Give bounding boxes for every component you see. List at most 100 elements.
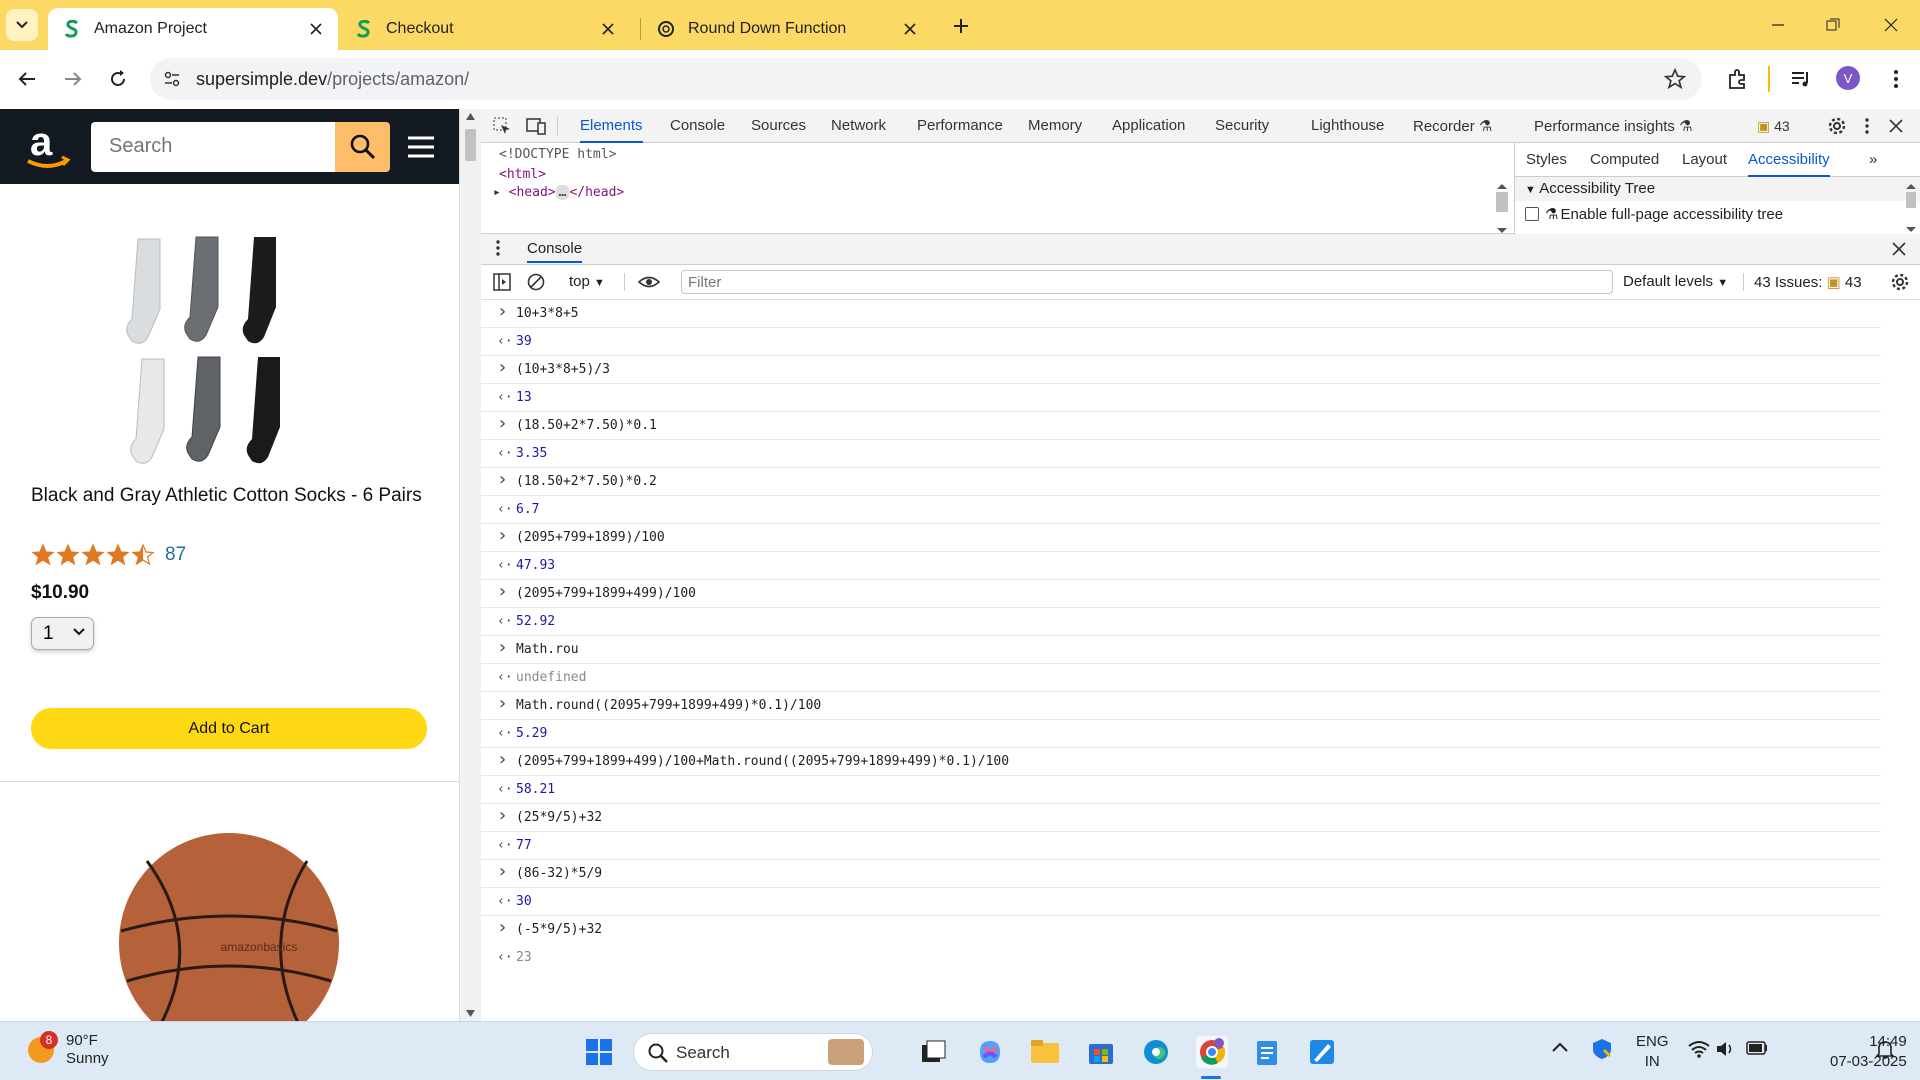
scroll-down-arrow-icon[interactable] [466,1010,475,1017]
console-input-line[interactable]: › Math.round((2095+799+1899+499)*0.1)/100 [481,692,1881,720]
devtools-tab-memory[interactable]: Memory [1028,109,1082,143]
forward-button[interactable] [58,64,88,94]
issues-badge[interactable]: ▣ 43 [1757,118,1790,135]
devtools-tab-recorder[interactable]: Recorder ⚗ [1413,109,1492,143]
show-hidden-icons-chevron-icon[interactable] [1552,1040,1568,1057]
file-explorer-icon[interactable] [1029,1036,1061,1068]
sidebar-tab-layout[interactable]: Layout [1682,143,1727,177]
console-result-line[interactable]: ‹· 30 [481,888,1881,916]
console-result-line[interactable]: ‹· 39 [481,328,1881,356]
devtools-tab-security[interactable]: Security [1215,109,1269,143]
tab-search-button[interactable] [6,9,38,41]
head-node[interactable]: ▸ <head>… </head> [493,185,624,205]
html-node[interactable]: <html> [499,167,546,187]
close-tab-icon[interactable] [900,19,920,39]
battery-icon[interactable] [1746,1041,1768,1059]
minimize-button[interactable] [1763,10,1793,40]
console-input-line[interactable]: › (10+3*8+5)/3 [481,356,1881,384]
console-result-line[interactable]: ‹· 6.7 [481,496,1881,524]
quantity-select[interactable]: 1 [31,617,94,650]
microsoft-store-icon[interactable] [1085,1036,1117,1068]
expand-triangle-icon[interactable]: ▸ [493,185,501,200]
taskbar-clock[interactable]: 14:49 07-03-2025 [1830,1032,1907,1072]
devtools-tab-network[interactable]: Network [831,109,886,143]
hamburger-menu-icon[interactable] [406,135,436,159]
close-devtools-icon[interactable] [1886,116,1906,136]
clear-console-icon[interactable] [527,273,545,295]
tab-checkout[interactable]: Checkout [340,8,630,50]
extensions-icon[interactable] [1722,64,1752,94]
amazon-search-input[interactable]: Search [91,122,335,172]
close-window-button[interactable] [1876,10,1906,40]
devtools-tab-elements[interactable]: Elements [580,109,643,143]
console-result-line[interactable]: ‹· 52.92 [481,608,1881,636]
elements-scrollbar[interactable] [1494,183,1510,235]
close-tab-icon[interactable] [306,19,326,39]
sidebar-tab-computed[interactable]: Computed [1590,143,1659,177]
console-filter-input[interactable]: Filter [681,270,1613,294]
console-input-line[interactable]: › (18.50+2*7.50)*0.1 [481,412,1881,440]
back-button[interactable] [12,64,42,94]
wifi-icon[interactable] [1688,1040,1710,1062]
notification-bell-icon[interactable] [1875,1039,1895,1063]
console-result-line[interactable]: ‹· 77 [481,832,1881,860]
settings-gear-icon[interactable] [1827,116,1847,136]
weather-widget[interactable]: 8 90°F Sunny [28,1031,109,1068]
input-language-indicator[interactable]: ENG IN [1636,1032,1669,1072]
tab-round-down-function[interactable]: Round Down Function [642,8,932,50]
console-result-line[interactable]: ‹· 58.21 [481,776,1881,804]
media-controls-icon[interactable] [1786,64,1816,94]
drawer-tab-console[interactable]: Console [527,240,583,263]
site-info-icon[interactable] [162,69,182,89]
rating-count-link[interactable]: 87 [165,544,186,566]
task-view-icon[interactable] [918,1036,950,1068]
copilot-icon[interactable] [974,1036,1006,1068]
inspect-element-icon[interactable] [492,116,512,136]
page-scrollbar[interactable] [459,109,481,1021]
enable-full-page-tree[interactable]: ⚗ Enable full-page accessibility tree [1525,205,1783,223]
security-shield-icon[interactable] [1592,1038,1612,1064]
chrome-menu-icon[interactable] [1881,64,1911,94]
console-input-line[interactable]: › (2095+799+1899+499)/100+Math.round((209… [481,748,1881,776]
scroll-up-arrow-icon[interactable] [466,113,475,120]
sidebar-tab-accessibility[interactable]: Accessibility [1748,143,1830,177]
new-tab-button[interactable] [948,13,974,39]
more-tabs-chevron-icon[interactable]: » [1869,143,1877,177]
console-input-line[interactable]: › (2095+799+1899)/100 [481,524,1881,552]
console-input-line[interactable]: › (2095+799+1899+499)/100 [481,580,1881,608]
socks-product-image[interactable] [118,229,338,469]
sidebar-scrollbar[interactable] [1904,183,1918,233]
devtools-tab-console[interactable]: Console [670,109,725,143]
devtools-more-icon[interactable] [1857,116,1877,136]
close-drawer-icon[interactable] [1892,242,1906,260]
devtools-tab-application[interactable]: Application [1112,109,1185,143]
amazon-logo-icon[interactable]: a [22,123,74,171]
device-toolbar-icon[interactable] [526,116,546,136]
console-result-line[interactable]: ‹· 5.29 [481,720,1881,748]
basketball-product-image[interactable]: amazonbasics [117,831,341,1021]
accessibility-tree-header[interactable]: ▼ Accessibility Tree [1515,177,1920,201]
console-issues-button[interactable]: 43 Issues: ▣ 43 [1754,273,1862,291]
live-expression-eye-icon[interactable] [637,273,661,295]
windows-start-icon[interactable] [583,1036,615,1068]
bookmark-star-icon[interactable] [1663,67,1687,90]
console-result-line[interactable]: ‹· 23 [481,944,1881,972]
console-result-line[interactable]: ‹· 13 [481,384,1881,412]
address-bar[interactable]: supersimple.dev/projects/amazon/ [150,58,1702,100]
volume-icon[interactable] [1716,1040,1736,1062]
doctype-node[interactable]: <!DOCTYPE html> [499,147,616,167]
console-settings-icon[interactable] [1891,273,1909,295]
console-input-line[interactable]: › Math.rou [481,636,1881,664]
console-input-line[interactable]: › (-5*9/5)+32 [481,916,1881,944]
devtools-tab-performance[interactable]: Performance [917,109,1003,143]
product-name[interactable]: Black and Gray Athletic Cotton Socks - 6… [31,484,431,508]
restore-button[interactable] [1818,10,1848,40]
reload-button[interactable] [103,64,133,94]
paint-icon[interactable] [1306,1036,1338,1068]
sidebar-toggle-icon[interactable] [493,273,511,295]
amazon-search-button[interactable] [335,122,390,172]
console-input-line[interactable]: › (86-32)*5/9 [481,860,1881,888]
sidebar-tab-styles[interactable]: Styles [1526,143,1567,177]
devtools-tab-performance-insights[interactable]: Performance insights ⚗ [1534,109,1693,143]
devtools-tab-sources[interactable]: Sources [751,109,806,143]
